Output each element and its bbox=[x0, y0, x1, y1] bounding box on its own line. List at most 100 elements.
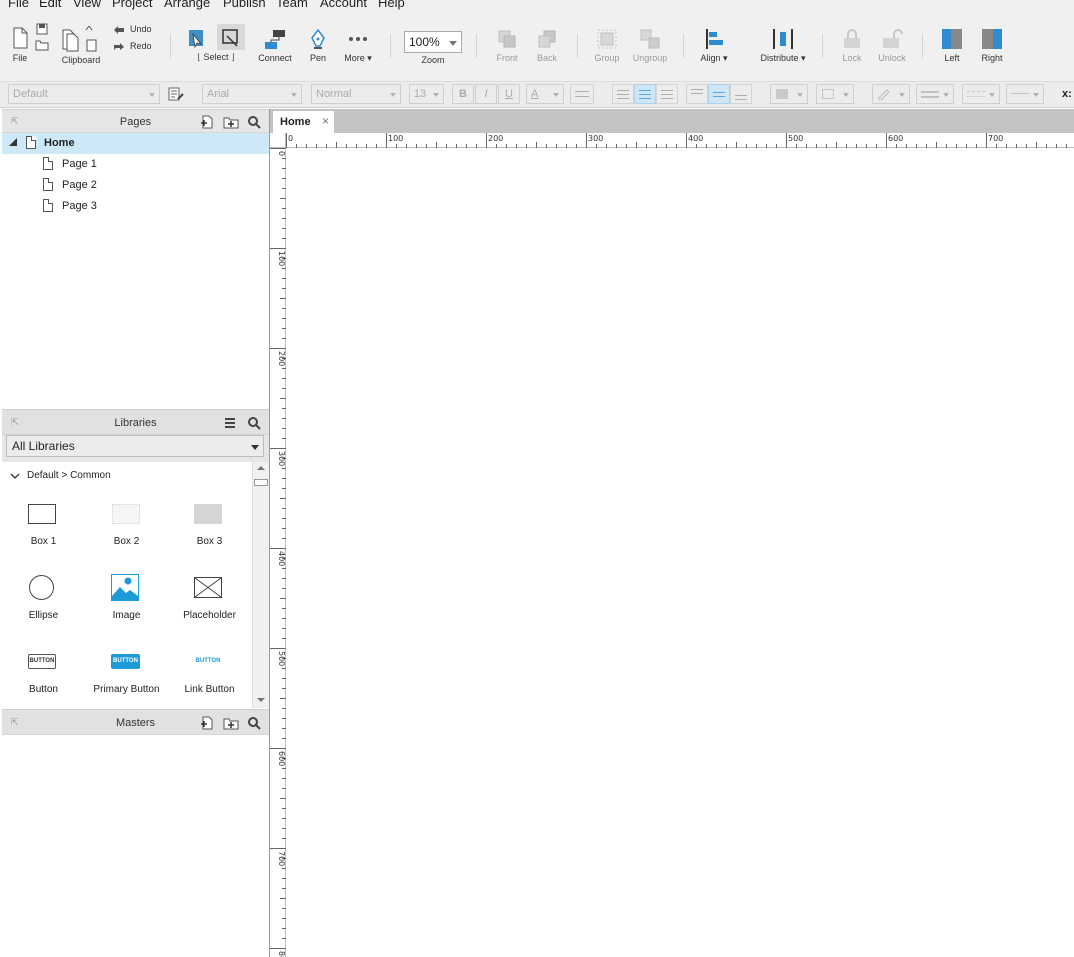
font-family-select[interactable]: Arial bbox=[202, 84, 302, 104]
menu-edit[interactable]: Edit bbox=[39, 0, 61, 10]
fill-color-button[interactable] bbox=[770, 84, 808, 104]
lock-button[interactable]: Lock bbox=[837, 28, 867, 63]
align-button[interactable]: Align ▾ bbox=[697, 28, 731, 64]
valign-top-button[interactable] bbox=[686, 84, 708, 104]
tree-item-page-1[interactable]: Page 1 bbox=[2, 154, 269, 175]
text-color-button[interactable]: A bbox=[526, 84, 564, 104]
widget-ellipse[interactable]: Ellipse bbox=[2, 572, 85, 632]
expand-triangle-icon[interactable] bbox=[9, 138, 17, 146]
menu-account[interactable]: Account bbox=[320, 0, 367, 10]
masters-panel-header: ⇱ Masters bbox=[2, 709, 269, 735]
shadow-button[interactable] bbox=[816, 84, 854, 104]
widget-box-3[interactable]: Box 3 bbox=[168, 498, 251, 558]
font-size-select[interactable]: 13 bbox=[409, 84, 444, 104]
widget-button[interactable]: BUTTON Button bbox=[2, 646, 85, 706]
undo-button[interactable]: Undo bbox=[113, 24, 163, 38]
valign-middle-button[interactable] bbox=[708, 84, 730, 104]
ungroup-button[interactable]: Ungroup bbox=[630, 28, 670, 63]
ruler-label: 100 bbox=[388, 134, 403, 143]
distribute-button[interactable]: Distribute ▾ bbox=[756, 28, 810, 64]
tree-item-page-3[interactable]: Page 3 bbox=[2, 196, 269, 217]
libraries-panel-header: ⇱ Libraries bbox=[2, 409, 269, 435]
save-open-icon[interactable] bbox=[35, 22, 49, 52]
tree-item-home[interactable]: Home bbox=[2, 133, 269, 154]
left-panel-toggle[interactable]: Left bbox=[937, 28, 967, 63]
line-color-button[interactable] bbox=[872, 84, 910, 104]
font-value: Arial bbox=[207, 88, 230, 100]
file-button[interactable]: File bbox=[8, 26, 32, 63]
line-style-button[interactable] bbox=[962, 84, 1000, 104]
vertical-ruler-scale: 0 100 200 300 400 500 600 700 800 bbox=[270, 148, 286, 957]
design-canvas[interactable] bbox=[287, 149, 1074, 957]
underline-button[interactable]: U bbox=[498, 84, 520, 104]
connect-button[interactable]: Connect bbox=[256, 28, 294, 63]
unlock-button[interactable]: Unlock bbox=[875, 28, 909, 63]
menu-arrange[interactable]: Arrange bbox=[164, 0, 210, 10]
scroll-up-icon[interactable] bbox=[257, 466, 265, 470]
line-width-button[interactable] bbox=[916, 84, 954, 104]
bold-button[interactable]: B bbox=[452, 84, 474, 104]
style-edit-icon[interactable] bbox=[168, 87, 184, 101]
menu-publish[interactable]: Publish bbox=[223, 0, 266, 10]
menu-project[interactable]: Project bbox=[112, 0, 152, 10]
fill-swatch bbox=[776, 89, 788, 99]
widget-link-button[interactable]: BUTTON Link Button bbox=[168, 646, 251, 706]
library-section-header[interactable]: Default > Common bbox=[10, 470, 230, 484]
redo-button[interactable]: Redo bbox=[113, 41, 163, 55]
button-icon: BUTTON bbox=[28, 654, 56, 669]
library-select[interactable]: All Libraries bbox=[6, 435, 264, 457]
menu-team[interactable]: Team bbox=[276, 0, 308, 10]
search-icon[interactable] bbox=[247, 416, 261, 430]
library-scrollbar[interactable] bbox=[252, 462, 269, 708]
scroll-thumb[interactable] bbox=[254, 479, 268, 486]
back-label: Back bbox=[536, 53, 557, 63]
menu-view[interactable]: View bbox=[73, 0, 101, 10]
widget-placeholder[interactable]: Placeholder bbox=[168, 572, 251, 632]
left-label: Left bbox=[944, 53, 960, 63]
align-text-right-button[interactable] bbox=[656, 84, 678, 104]
pen-button[interactable]: Pen bbox=[306, 28, 330, 63]
bring-front-button[interactable]: Front bbox=[492, 28, 522, 63]
add-folder-icon[interactable] bbox=[223, 115, 239, 129]
widget-box-2[interactable]: Box 2 bbox=[85, 498, 168, 558]
align-text-left-button[interactable] bbox=[612, 84, 634, 104]
add-page-icon[interactable] bbox=[200, 115, 214, 129]
search-icon[interactable] bbox=[247, 115, 261, 129]
widget-image[interactable]: Image bbox=[85, 572, 168, 632]
select-button[interactable]: ⌊ Select ⌋ bbox=[185, 24, 247, 63]
font-weight-select[interactable]: Normal bbox=[311, 84, 401, 104]
ruler-corner bbox=[270, 133, 286, 148]
group-button[interactable]: Group bbox=[592, 28, 622, 63]
style-select[interactable]: Default bbox=[8, 84, 160, 104]
valign-bottom-button[interactable] bbox=[730, 84, 752, 104]
widget-primary-button[interactable]: BUTTON Primary Button bbox=[85, 646, 168, 706]
more-button[interactable]: More ▾ bbox=[340, 28, 376, 64]
zoom-select[interactable]: 100% bbox=[404, 31, 462, 53]
add-folder-icon[interactable] bbox=[223, 716, 239, 730]
send-back-button[interactable]: Back bbox=[532, 28, 562, 63]
ruler-label: 500 bbox=[788, 134, 803, 143]
chevron-down-icon bbox=[797, 93, 803, 97]
menu-icon[interactable] bbox=[223, 416, 237, 430]
align-text-center-button[interactable] bbox=[634, 84, 656, 104]
search-icon[interactable] bbox=[247, 716, 261, 730]
ruler-label: 300 bbox=[588, 134, 603, 143]
box-3-icon bbox=[194, 504, 222, 524]
chevron-down-icon bbox=[899, 93, 905, 97]
italic-button[interactable]: I bbox=[475, 84, 497, 104]
tree-item-page-2[interactable]: Page 2 bbox=[2, 175, 269, 196]
add-master-icon[interactable] bbox=[200, 716, 214, 730]
canvas-tabs: Home × bbox=[270, 109, 1074, 133]
close-icon[interactable]: × bbox=[322, 114, 329, 128]
arrow-style-button[interactable] bbox=[1006, 84, 1044, 104]
scroll-down-icon[interactable] bbox=[257, 698, 265, 702]
tab-home[interactable]: Home × bbox=[272, 110, 335, 133]
widget-box-1[interactable]: Box 1 bbox=[2, 498, 85, 558]
right-panel-toggle[interactable]: Right bbox=[977, 28, 1007, 63]
menu-help[interactable]: Help bbox=[378, 0, 405, 10]
ruler-label: 700 bbox=[988, 134, 1003, 143]
clipboard-button[interactable]: Clipboard bbox=[57, 26, 105, 65]
bullet-list-button[interactable] bbox=[570, 84, 594, 104]
menu-file[interactable]: File bbox=[8, 0, 29, 10]
horizontal-ruler-scale: 0 100 200 300 400 500 600 700 bbox=[286, 133, 1067, 148]
